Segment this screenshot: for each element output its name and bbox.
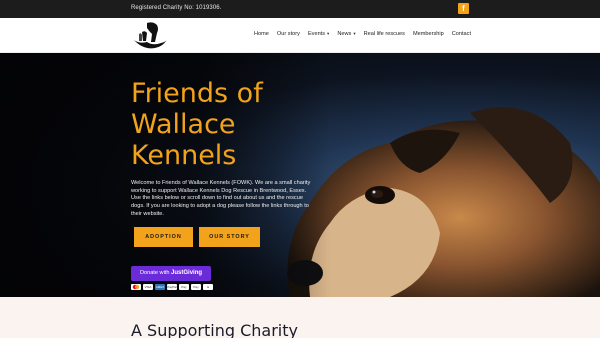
visa-icon: VISA [143, 284, 153, 290]
chevron-down-icon: ▾ [353, 31, 356, 36]
donate-justgiving-button[interactable]: Donate with JustGiving [131, 266, 211, 281]
mastercard-icon [131, 284, 141, 290]
nav-contact[interactable]: Contact [452, 31, 471, 37]
site-header: Home Our story Events ▾ News ▾ Real life r… [0, 18, 600, 53]
chevron-down-icon: ▾ [327, 31, 330, 36]
paypal-icon: PayPal [167, 284, 177, 290]
hero-section [0, 53, 600, 297]
donate-prefix: Donate with [139, 270, 170, 276]
nav-news[interactable]: News ▾ [337, 31, 355, 37]
apple-pay-icon: Pay [179, 284, 189, 290]
adoption-button[interactable]: ADOPTION [134, 227, 193, 247]
nav-our-story[interactable]: Our story [277, 31, 300, 37]
nav-home[interactable]: Home [254, 31, 269, 37]
charity-number: Registered Charity No: 1019306. [131, 5, 222, 11]
hero-title: Friends of Wallace Kennels [131, 78, 263, 171]
site-logo[interactable] [131, 20, 169, 51]
justgiving-brand: JustGiving [171, 270, 203, 276]
main-nav: Home Our story Events ▾ News ▾ Real life r… [254, 31, 471, 37]
nav-events[interactable]: Events ▾ [308, 31, 329, 37]
top-bar: Registered Charity No: 1019306. f [0, 0, 600, 18]
nav-membership[interactable]: Membership [413, 31, 444, 37]
g-pay-icon: G [203, 284, 213, 290]
google-pay-icon: Pay [191, 284, 201, 290]
supporting-charity-section: A Supporting Charity [0, 297, 600, 338]
nav-real-life-rescues[interactable]: Real life rescues [364, 31, 405, 37]
our-story-button[interactable]: OUR STORY [199, 227, 260, 247]
amex-icon: AMEX [155, 284, 165, 290]
facebook-icon[interactable]: f [458, 3, 469, 14]
section-heading: A Supporting Charity [131, 321, 298, 338]
payment-methods: VISA AMEX PayPal Pay Pay G [131, 284, 213, 290]
hero-intro: Welcome to Friends of Wallace Kennels (F… [131, 180, 311, 217]
